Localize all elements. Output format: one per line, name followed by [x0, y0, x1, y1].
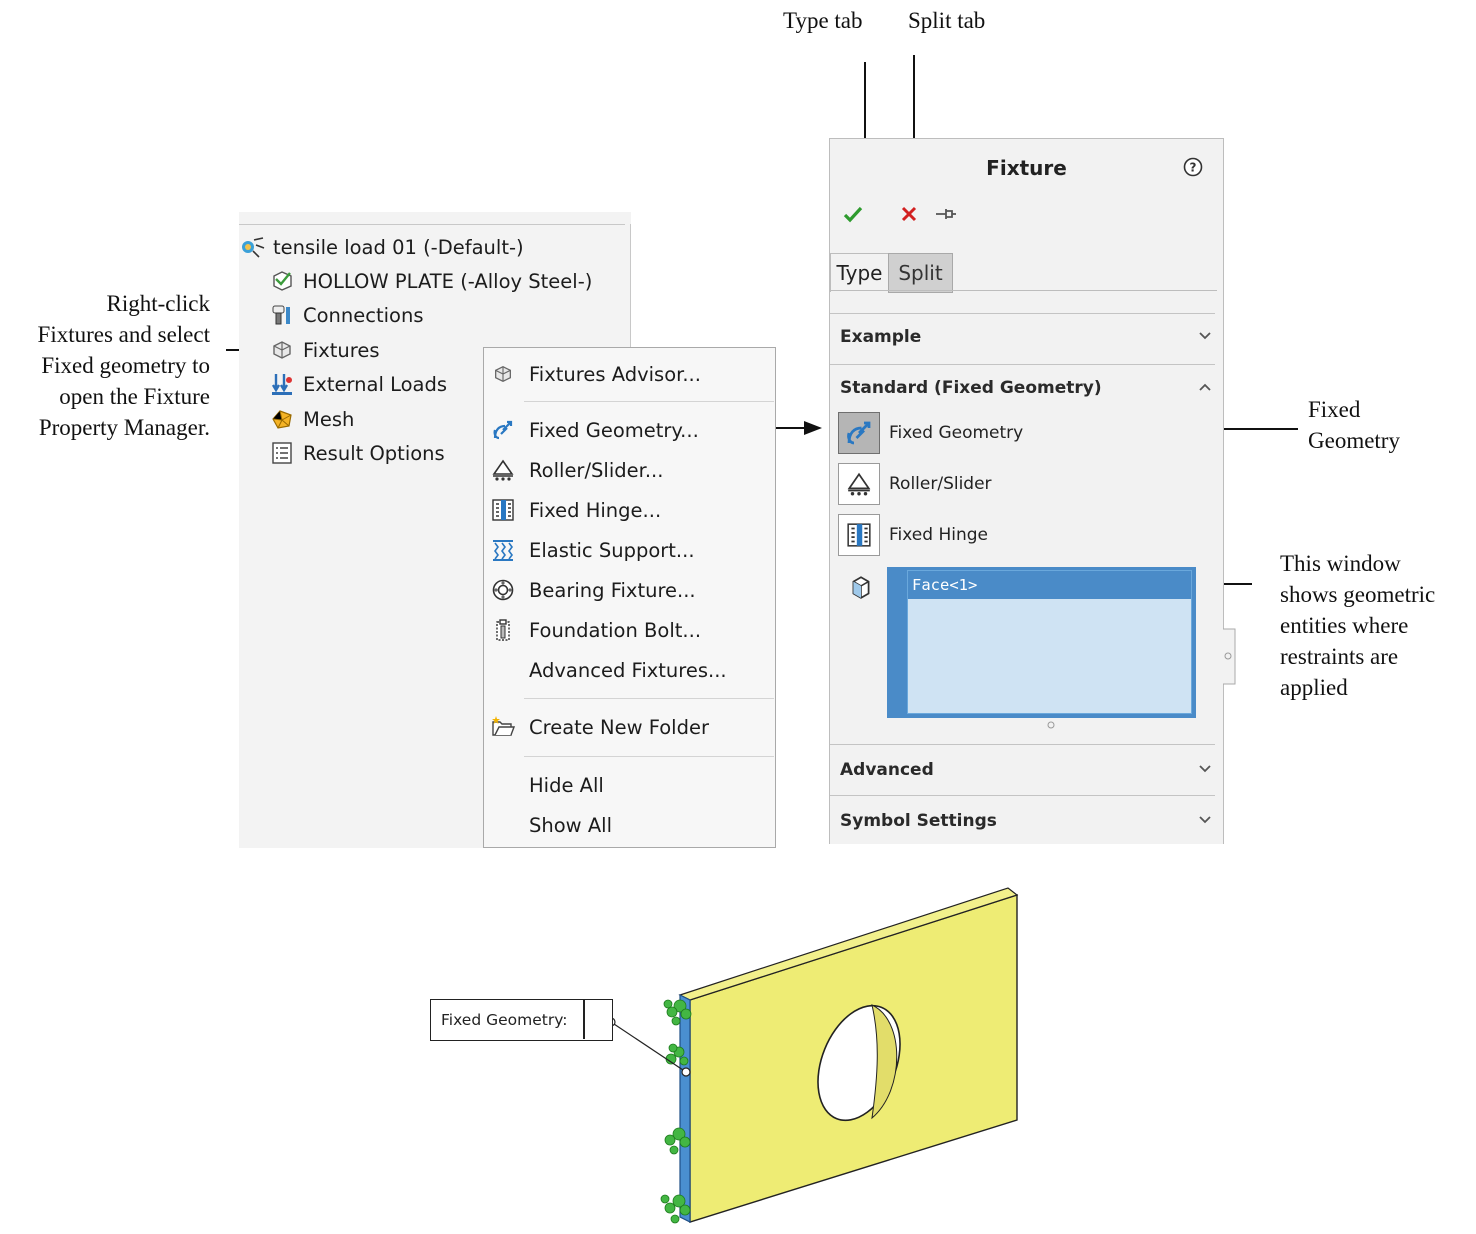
- menu-item-fixed-hinge[interactable]: Fixed Hinge...: [484, 491, 775, 529]
- fixtures-context-menu: Fixtures Advisor... Fixed Geometry... Ro…: [483, 347, 776, 848]
- split-tab-annotation: Split tab: [908, 8, 986, 33]
- fixtures-icon: [269, 337, 295, 363]
- tree-item-connections[interactable]: Connections: [269, 302, 424, 328]
- fixed-geometry-note: Fixed Geometry: [1308, 397, 1400, 453]
- tree-item-mesh[interactable]: Mesh: [269, 406, 354, 432]
- tree-item-study[interactable]: tensile load 01 (-Default-): [239, 234, 524, 260]
- menu-item-fixtures-advisor[interactable]: Fixtures Advisor...: [484, 355, 775, 393]
- roller-slider-option-label: Roller/Slider: [889, 474, 992, 494]
- cancel-icon[interactable]: [896, 201, 922, 227]
- chevron-down-icon[interactable]: [1198, 762, 1212, 776]
- fixed-geometry-option-button[interactable]: [838, 412, 880, 454]
- roller-slider-icon: [847, 472, 871, 496]
- roller-slider-icon: [490, 457, 516, 483]
- chevron-down-icon[interactable]: [1198, 329, 1212, 343]
- svg-text:?: ?: [1190, 161, 1197, 175]
- menu-item-foundation-bolt[interactable]: Foundation Bolt...: [484, 611, 775, 649]
- part-icon: [269, 268, 295, 294]
- pm-title: Fixture: [986, 156, 1067, 180]
- hollow-plate-model: [606, 887, 1019, 1224]
- fixed-hinge-option-button[interactable]: [838, 514, 880, 556]
- fixed-hinge-icon: [490, 497, 516, 523]
- section-symbol-settings[interactable]: Symbol Settings: [840, 811, 997, 831]
- window-note: This window shows geometric entities whe…: [1280, 551, 1436, 700]
- fixed-geometry-option-label: Fixed Geometry: [889, 423, 1024, 443]
- section-standard[interactable]: Standard (Fixed Geometry): [840, 378, 1102, 398]
- roller-slider-option-button[interactable]: [838, 463, 880, 505]
- tree-item-result-options[interactable]: Result Options: [269, 440, 445, 466]
- menu-item-hide-all[interactable]: Hide All: [484, 766, 775, 804]
- right-click-note: Right-click Fixtures and select Fixed ge…: [37, 291, 210, 440]
- tree-item-external-loads[interactable]: External Loads: [269, 371, 447, 397]
- connections-icon: [269, 302, 295, 328]
- elastic-support-icon: [490, 537, 516, 563]
- tree-item-fixtures[interactable]: Fixtures: [269, 337, 380, 363]
- menu-item-advanced-fixtures[interactable]: Advanced Fixtures...: [484, 651, 775, 689]
- pin-icon[interactable]: [932, 201, 958, 227]
- fixture-property-manager: Fixture ? Type Split Example Standard (F…: [829, 138, 1224, 844]
- callout-label: Fixed Geometry:: [441, 1011, 568, 1029]
- bearing-fixture-icon: [490, 577, 516, 603]
- study-icon: [239, 234, 265, 260]
- foundation-bolt-icon: [490, 617, 516, 643]
- menu-item-roller-slider[interactable]: Roller/Slider...: [484, 451, 775, 489]
- fixed-face: [679, 994, 691, 1223]
- new-folder-icon: [490, 714, 516, 740]
- fixed-hinge-icon: [847, 523, 871, 547]
- panel-splitter-handle[interactable]: [1222, 628, 1238, 686]
- menu-item-bearing-fixture[interactable]: Bearing Fixture...: [484, 571, 775, 609]
- selection-item-face[interactable]: Face<1>: [908, 571, 1191, 599]
- tab-split[interactable]: Split: [888, 253, 953, 293]
- ok-icon[interactable]: [840, 201, 866, 227]
- tree-item-part[interactable]: HOLLOW PLATE (-Alloy Steel-): [269, 268, 592, 294]
- menu-item-create-new-folder[interactable]: Create New Folder: [484, 708, 775, 746]
- pm-action-bar: [840, 201, 958, 227]
- fixed-geometry-icon: [847, 421, 871, 445]
- chevron-up-icon[interactable]: [1198, 380, 1212, 394]
- section-advanced[interactable]: Advanced: [840, 760, 934, 780]
- mesh-icon: [269, 406, 295, 432]
- fixed-geometry-callout: Fixed Geometry:: [430, 999, 613, 1041]
- menu-item-elastic-support[interactable]: Elastic Support...: [484, 531, 775, 569]
- help-icon[interactable]: ?: [1182, 156, 1204, 178]
- menu-item-show-all[interactable]: Show All: [484, 806, 775, 844]
- face-selection-icon: [852, 576, 870, 599]
- selection-list-box[interactable]: Face<1>: [887, 567, 1196, 718]
- chevron-down-icon[interactable]: [1198, 813, 1212, 827]
- fixed-geometry-icon: [490, 417, 516, 443]
- resize-handle-icon[interactable]: [1046, 720, 1056, 730]
- result-options-icon: [269, 440, 295, 466]
- fixtures-advisor-icon: [490, 361, 516, 387]
- fixed-hinge-option-label: Fixed Hinge: [889, 525, 988, 545]
- type-tab-annotation: Type tab: [783, 8, 863, 33]
- section-example[interactable]: Example: [840, 327, 921, 347]
- external-loads-icon: [269, 371, 295, 397]
- tab-type[interactable]: Type: [830, 253, 889, 292]
- menu-item-fixed-geometry[interactable]: Fixed Geometry...: [484, 411, 775, 449]
